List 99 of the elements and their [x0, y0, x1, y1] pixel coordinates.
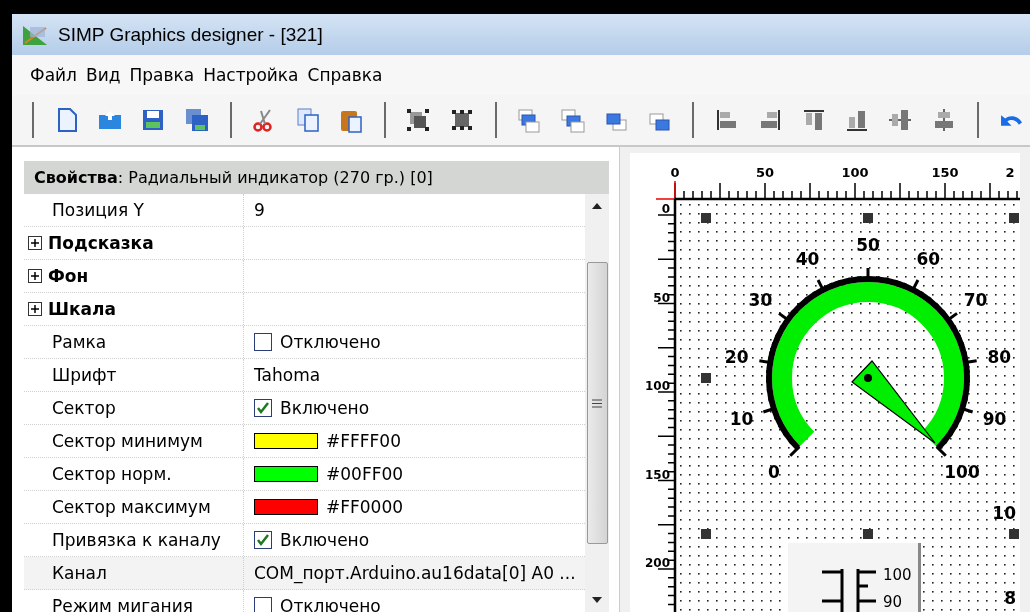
app-logo-icon: [22, 23, 48, 46]
gauge-label: 100: [944, 462, 980, 483]
ruler-label: 0: [670, 165, 680, 180]
gauge-label: 10: [729, 409, 754, 430]
selection-handle[interactable]: [863, 213, 873, 223]
property-name: Сектор минимум: [52, 431, 203, 451]
property-row[interactable]: Подсказка: [24, 227, 585, 260]
ruler-label: 0: [661, 202, 670, 216]
gauge-label: 60: [916, 249, 941, 270]
ruler-label: 50: [653, 290, 670, 305]
ruler-label: 200: [644, 556, 670, 570]
scroll-thumb[interactable]: [586, 262, 608, 544]
selection-handle[interactable]: [1009, 529, 1019, 539]
expand-icon[interactable]: [28, 236, 42, 250]
property-row[interactable]: Сектор Включено: [24, 392, 585, 425]
selection-handle[interactable]: [701, 213, 711, 223]
property-row[interactable]: Сектор максимум #FF0000: [24, 491, 585, 524]
align-middle-icon: [887, 107, 914, 133]
checkbox[interactable]: [254, 399, 272, 417]
property-row[interactable]: Сектор норм. #00FF00: [24, 458, 585, 491]
gauge-label: 30: [748, 289, 773, 310]
property-name: Сектор норм.: [52, 464, 172, 484]
selection-handle[interactable]: [863, 529, 873, 539]
property-name: Привязка к каналу: [52, 530, 221, 550]
layers-icon: [516, 107, 543, 133]
copy-icon: [294, 107, 321, 133]
expand-icon[interactable]: [28, 302, 42, 316]
property-name: Фон: [48, 266, 89, 286]
gauge-label: 0: [768, 462, 780, 483]
property-name: Сектор максимум: [52, 497, 211, 517]
menu-item[interactable]: Правка: [129, 65, 195, 85]
property-value: Tahoma: [254, 365, 321, 385]
property-name: Сектор: [52, 398, 116, 418]
properties-heading: Свойства: Радиальный индикатор (270 гр.) [0]: [24, 161, 609, 194]
gauge-label: 8: [1004, 588, 1016, 608]
property-row[interactable]: Шрифт Tahoma: [24, 359, 585, 392]
gauge-label: 20: [724, 347, 749, 368]
scroll-down-icon[interactable]: [591, 596, 603, 604]
ruler-label: 150: [644, 467, 670, 482]
property-row[interactable]: Сектор минимум #FFFF00: [24, 425, 585, 458]
property-name: Шкала: [48, 299, 116, 319]
property-row[interactable]: Рамка Отключено: [24, 326, 585, 359]
checkbox[interactable]: [254, 531, 272, 549]
property-row[interactable]: Канал COM_порт.Arduino.au16data[0] A0 ...: [24, 557, 585, 590]
color-swatch[interactable]: [254, 433, 318, 449]
property-name: Канал: [52, 563, 107, 583]
menu-item[interactable]: Файл: [30, 65, 77, 85]
property-value: #00FF00: [326, 464, 404, 484]
property-name: Режим мигания: [52, 596, 193, 612]
scroll-up-icon[interactable]: [591, 202, 603, 210]
menu-item[interactable]: Настройка: [203, 65, 299, 85]
origin-marker: [655, 180, 676, 200]
color-swatch[interactable]: [254, 466, 318, 482]
grip-icon: [592, 398, 602, 408]
property-row[interactable]: Позиция Y 9: [24, 194, 585, 227]
bar-scale-label: 90: [883, 593, 903, 611]
gauge-label: 50: [856, 235, 880, 255]
selection-handle[interactable]: [1009, 213, 1019, 223]
gauge-label: 80: [987, 347, 1012, 368]
gauge-label: 40: [795, 249, 820, 270]
menu-item[interactable]: Справка: [307, 65, 383, 85]
gauge-label: 90: [982, 409, 1007, 430]
selection-handle[interactable]: [701, 373, 711, 383]
menu-item[interactable]: Вид: [85, 65, 121, 85]
ruler-label: 100: [841, 165, 869, 180]
property-value: Отключено: [280, 332, 381, 352]
gauge-label: 70: [963, 289, 988, 310]
checkbox[interactable]: [254, 597, 272, 612]
bar-indicator-widget[interactable]: [788, 543, 921, 612]
property-value: Включено: [280, 530, 370, 550]
property-name: Позиция Y: [52, 200, 144, 220]
property-row[interactable]: Фон: [24, 260, 585, 293]
ruler-label: 100: [644, 379, 670, 393]
property-name: Рамка: [52, 332, 107, 352]
property-value: COM_порт.Arduino.au16data[0] A0 ...: [254, 563, 576, 583]
group-icon: [405, 107, 432, 133]
color-swatch[interactable]: [254, 499, 318, 515]
property-value: Включено: [280, 398, 370, 418]
property-name: Шрифт: [52, 365, 117, 385]
property-name: Подсказка: [48, 233, 154, 253]
expand-icon[interactable]: [28, 269, 42, 283]
checkbox[interactable]: [254, 333, 272, 351]
gauge-label: 10: [992, 503, 1016, 523]
property-row[interactable]: Шкала: [24, 293, 585, 326]
undo-icon: [1000, 113, 1023, 127]
property-value: #FF0000: [326, 497, 404, 517]
scrollbar[interactable]: [585, 194, 609, 612]
ruler-label: 50: [755, 165, 775, 180]
property-value: 9: [254, 200, 265, 220]
bar-scale-label: 100: [883, 566, 912, 584]
selection-handle[interactable]: [701, 529, 711, 539]
property-row[interactable]: Привязка к каналу Включено: [24, 524, 585, 557]
ruler-label: 150: [931, 165, 959, 180]
property-value: Отключено: [280, 596, 381, 612]
window-title: SIMP Graphics designer - [321]: [58, 23, 323, 46]
property-value: #FFFF00: [326, 431, 401, 451]
layers-icon: [559, 107, 586, 133]
floppy-disks-icon: [183, 107, 210, 133]
ruler-label: 2: [1005, 165, 1015, 180]
